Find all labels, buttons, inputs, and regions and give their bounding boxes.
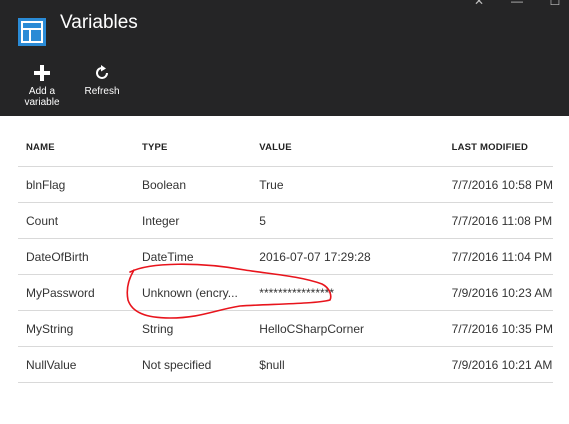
pin-icon[interactable]: ✕ [473,0,485,8]
cell-name: MyPassword [18,274,134,311]
refresh-icon [96,65,108,79]
column-header-last-modified[interactable]: LAST MODIFIED [443,128,553,167]
page-title: Variables [60,12,138,33]
maximize-icon[interactable]: ☐ [549,0,561,8]
table-row[interactable]: Count Integer 5 7/7/2016 11:08 PM [18,202,553,239]
table-row[interactable]: NullValue Not specified $null 7/9/2016 1… [18,346,553,383]
add-variable-button[interactable]: Add a variable [22,64,62,108]
cell-name: NullValue [18,346,134,383]
cell-name: DateOfBirth [18,238,134,275]
cell-name: Count [18,202,134,239]
cell-last-modified: 7/7/2016 10:58 PM [443,166,553,203]
cell-type-text: Unknown (encry... [141,285,238,300]
cell-last-modified: 7/9/2016 10:21 AM [443,346,553,383]
blade-header: Variables ✕ — ☐ Add a variable Refresh [0,0,569,116]
cell-value: 5 [251,202,444,239]
refresh-button[interactable]: Refresh [82,64,122,97]
cell-last-modified: 7/7/2016 11:04 PM [443,238,553,275]
refresh-label: Refresh [84,86,120,97]
cell-value: **************** [251,274,444,311]
cell-value: $null [251,346,444,383]
column-header-name[interactable]: NAME [18,128,134,167]
cell-type: DateTime [133,238,252,275]
plus-icon [34,65,50,81]
table-row[interactable]: blnFlag Boolean True 7/7/2016 10:58 PM [18,166,553,203]
cell-type: Integer [133,202,252,239]
table-row[interactable]: MyString String HelloCSharpCorner 7/7/20… [18,310,553,347]
variables-blade-icon [18,18,46,46]
cell-name: blnFlag [18,166,134,203]
window-controls: ✕ — ☐ [473,0,561,8]
table-row[interactable]: DateOfBirth DateTime 2016-07-07 17:29:28… [18,238,553,275]
table-row[interactable]: MyPassword Unknown (encry... ***********… [18,274,553,311]
column-header-type[interactable]: TYPE [133,128,252,167]
cell-type: Boolean [133,166,252,203]
cell-last-modified: 7/7/2016 10:35 PM [443,310,553,347]
cell-value: True [251,166,444,203]
minimize-icon[interactable]: — [511,0,523,8]
cell-type: Unknown (encry... [133,274,252,311]
cell-last-modified: 7/7/2016 11:08 PM [443,202,553,239]
add-variable-label: Add a variable [24,86,60,108]
cell-last-modified: 7/9/2016 10:23 AM [443,274,553,311]
cell-value: 2016-07-07 17:29:28 [251,238,444,275]
cell-type: Not specified [133,346,252,383]
cell-name: MyString [18,310,134,347]
cell-type: String [133,310,252,347]
variables-table: NAME TYPE VALUE LAST MODIFIED blnFlag Bo… [18,128,553,383]
column-header-value[interactable]: VALUE [251,128,444,167]
table-header-row: NAME TYPE VALUE LAST MODIFIED [18,128,553,167]
cell-value: HelloCSharpCorner [251,310,444,347]
